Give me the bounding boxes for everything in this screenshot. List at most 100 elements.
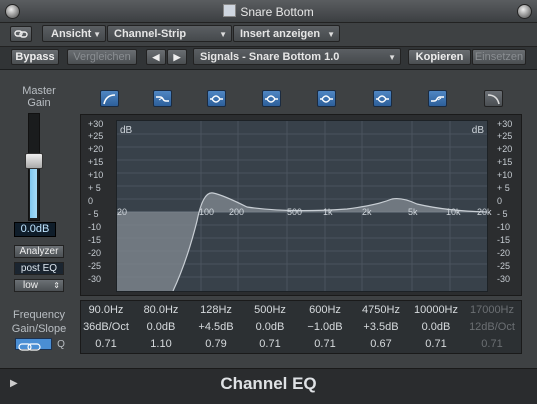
gain-slope-row-label: Gain/Slope <box>11 323 67 335</box>
left-db-tick: -30 <box>88 274 102 284</box>
band-frequency-value[interactable]: 90.0Hz <box>76 304 136 316</box>
band-q-value[interactable]: 0.71 <box>76 338 136 350</box>
frequency-tick: 20 <box>117 207 128 217</box>
band-frequency-value[interactable]: 128Hz <box>186 304 246 316</box>
plugin-name: Channel EQ <box>220 374 317 393</box>
analyzer-button[interactable]: Analyzer <box>14 245 64 258</box>
left-db-tick: + 5 <box>88 183 101 193</box>
band-8-highcut-button[interactable] <box>484 90 503 107</box>
compare-button[interactable]: Vergleichen <box>67 49 137 65</box>
frequency-tick: 200 <box>229 207 245 217</box>
band-gain-slope-value[interactable]: 36dB/Oct <box>76 321 136 333</box>
window-title-text: Snare Bottom <box>240 5 314 19</box>
right-db-tick: +15 <box>497 157 513 167</box>
chevron-down-icon: ▼ <box>327 30 335 39</box>
frequency-tick: 1k <box>323 207 333 217</box>
band-q-value[interactable]: 0.79 <box>186 338 246 350</box>
band-frequency-value[interactable]: 17000Hz <box>462 304 522 316</box>
preset-menu[interactable]: Signals - Snare Bottom 1.0 ▼ <box>193 48 401 65</box>
eq-grid <box>117 121 487 291</box>
q-couple-button[interactable] <box>15 338 52 351</box>
preset-label: Signals - Snare Bottom 1.0 <box>200 51 340 63</box>
band-4-peak-button[interactable] <box>262 90 281 107</box>
zoom-button[interactable] <box>517 4 532 19</box>
resolution-select[interactable]: low ⇕ <box>14 279 64 292</box>
left-db-tick: 0 <box>88 196 94 206</box>
band-frequency-value[interactable]: 4750Hz <box>351 304 411 316</box>
band-gain-slope-value[interactable]: +4.5dB <box>186 321 246 333</box>
gain-label: Gain <box>27 97 51 109</box>
document-icon <box>223 4 237 17</box>
band-q-value[interactable]: 0.67 <box>351 338 411 350</box>
previous-preset-button[interactable]: ◀ <box>146 49 166 65</box>
right-db-tick: -20 <box>497 248 511 258</box>
band-5-peak-button[interactable] <box>317 90 336 107</box>
band-q-value[interactable]: 0.71 <box>462 338 522 350</box>
master-gain-handle[interactable] <box>25 153 43 169</box>
right-db-tick: +30 <box>497 119 513 129</box>
highcut-icon <box>487 94 500 105</box>
band-q-value[interactable]: 1.10 <box>131 338 191 350</box>
left-db-tick: +10 <box>88 170 104 180</box>
band-q-value[interactable]: 0.71 <box>406 338 466 350</box>
band-gain-slope-value[interactable]: +3.5dB <box>351 321 411 333</box>
band-q-value[interactable]: 0.71 <box>240 338 300 350</box>
lowshelf-icon <box>156 96 169 102</box>
eq-curve-area[interactable]: dB dB 20 100 200 500 1k 2k 5k 10k 20k <box>116 120 492 292</box>
right-db-tick: -15 <box>497 235 511 245</box>
band-1-lowcut-button[interactable] <box>100 90 119 107</box>
right-db-tick: +10 <box>497 170 513 180</box>
band-2-lowshelf-button[interactable] <box>153 90 172 107</box>
view-menu[interactable]: Ansicht ▼ <box>42 25 106 42</box>
next-preset-button[interactable]: ▶ <box>167 49 187 65</box>
stepper-icon: ⇕ <box>53 281 60 290</box>
resolution-value: low <box>23 280 39 291</box>
insert-menu-label: Insert anzeigen <box>240 28 321 40</box>
master-gain-value[interactable]: 0.0dB <box>14 222 56 237</box>
right-db-tick: -10 <box>497 222 511 232</box>
left-db-tick: -15 <box>88 235 102 245</box>
copy-button[interactable]: Kopieren <box>408 49 471 65</box>
band-frequency-value[interactable]: 80.0Hz <box>131 304 191 316</box>
band-gain-slope-value[interactable]: 0.0dB <box>240 321 300 333</box>
master-label: Master <box>22 85 56 97</box>
band-3-peak-button[interactable] <box>207 90 226 107</box>
left-db-tick: -25 <box>88 261 102 271</box>
peak-icon <box>265 95 278 103</box>
channel-strip-menu[interactable]: Channel-Strip anzeigen▼ <box>107 25 232 57</box>
left-db-tick: +15 <box>88 157 104 167</box>
chevron-down-icon: ▼ <box>219 30 227 39</box>
insert-menu[interactable]: Insert anzeigen ▼ <box>233 25 340 42</box>
plugin-window: Snare Bottom Ansicht▼ Channel-Strip anze… <box>0 0 537 404</box>
band-gain-slope-value[interactable]: −1.0dB <box>295 321 355 333</box>
band-frequency-value[interactable]: 10000Hz <box>406 304 466 316</box>
chevron-down-icon: ▼ <box>388 53 396 62</box>
band-frequency-value[interactable]: 600Hz <box>295 304 355 316</box>
link-icon <box>14 30 28 38</box>
band-gain-slope-value[interactable]: 0.0dB <box>406 321 466 333</box>
right-db-tick: -25 <box>497 261 511 271</box>
analyzer-mode-select[interactable]: post EQ <box>14 262 64 275</box>
db-label-right: dB <box>471 125 484 136</box>
paste-button[interactable]: Einsetzen <box>472 49 526 65</box>
frequency-tick: 5k <box>408 207 418 217</box>
band-q-value[interactable]: 0.71 <box>295 338 355 350</box>
frequency-tick: 500 <box>287 207 303 217</box>
peak-icon <box>376 95 389 103</box>
lowcut-icon <box>103 94 116 105</box>
band-frequency-value[interactable]: 500Hz <box>240 304 300 316</box>
band-gain-slope-value[interactable]: 0.0dB <box>131 321 191 333</box>
band-gain-slope-value[interactable]: 12dB/Oct <box>462 321 522 333</box>
title-bar: Snare Bottom <box>0 0 537 23</box>
bypass-button[interactable]: Bypass <box>11 49 59 65</box>
left-db-tick: +25 <box>88 131 104 141</box>
view-menu-label: Ansicht <box>51 28 92 40</box>
frequency-tick: 100 <box>199 207 215 217</box>
link-button[interactable] <box>10 26 32 42</box>
db-label-left: dB <box>120 125 133 136</box>
frequency-tick: 2k <box>362 207 372 217</box>
window-title: Snare Bottom <box>0 4 537 19</box>
peak-icon <box>210 95 223 103</box>
band-6-peak-button[interactable] <box>373 90 392 107</box>
band-7-highshelf-button[interactable] <box>428 90 447 107</box>
